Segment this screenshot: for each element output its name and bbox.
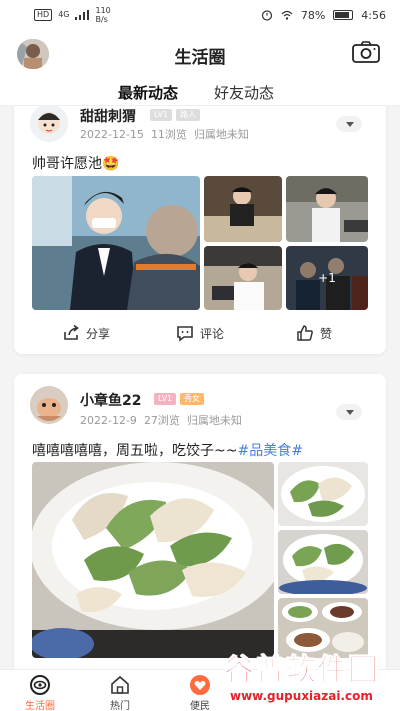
author-avatar[interactable] xyxy=(30,386,68,424)
comment-icon xyxy=(177,326,193,342)
tab-friends-label: 好友动态 xyxy=(214,84,275,102)
post-image[interactable]: +1 xyxy=(286,246,368,310)
post-image[interactable] xyxy=(278,530,368,594)
post-card: 小章鱼22 LV1 秀女 2022-12-9 27浏览 归属地未知 嘻嘻嘻嘻嘻，… xyxy=(14,374,386,669)
nav-label-life-circle: 生活圈 xyxy=(25,701,55,711)
post-text-body: 嘻嘻嘻嘻嘻，周五啦，吃饺子~~ xyxy=(32,443,238,459)
post-meta: 2022-12-15 11浏览 归属地未知 xyxy=(80,126,249,142)
battery-icon xyxy=(333,10,354,20)
more-images-count: +1 xyxy=(286,246,368,310)
speed-value: 110 xyxy=(95,6,111,15)
thumbs-up-icon xyxy=(297,325,313,341)
heart-icon xyxy=(190,675,210,695)
watermark-title: 谷普软件园 xyxy=(224,653,379,689)
wifi-icon xyxy=(281,10,293,20)
watermark: 谷普软件园 www.gupuxiazai.com xyxy=(224,645,400,711)
author-name[interactable]: 小章鱼22 xyxy=(80,390,141,410)
nav-label-convenience: 便民 xyxy=(190,701,210,711)
battery-percent: 78% xyxy=(300,8,326,22)
author-name[interactable]: 甜甜刺猬 xyxy=(80,106,136,126)
post-meta: 2022-12-9 27浏览 归属地未知 xyxy=(80,412,242,428)
speed-unit: B/s xyxy=(95,15,108,24)
post-views: 11浏览 xyxy=(150,128,187,141)
eye-circle-icon xyxy=(30,675,50,695)
post-date: 2022-12-15 xyxy=(80,128,144,141)
post-image[interactable] xyxy=(204,246,282,310)
watermark-url: www.gupuxiazai.com xyxy=(230,689,373,703)
share-button[interactable]: 分享 xyxy=(62,324,110,342)
signal-icon xyxy=(75,10,90,20)
tab-friends[interactable]: 好友动态 xyxy=(214,82,274,103)
post-more-button[interactable] xyxy=(336,116,362,132)
tab-latest[interactable]: 最新动态 xyxy=(118,82,179,109)
comment-button[interactable]: 评论 xyxy=(176,324,224,342)
comment-label: 评论 xyxy=(200,326,225,341)
level-badge: LV1 xyxy=(154,393,177,405)
page-title: 生活圈 xyxy=(174,48,226,68)
post-views: 27浏览 xyxy=(143,414,180,427)
status-bar: HD 4G 110 B/s 78% 4:56 xyxy=(0,0,400,30)
like-label: 赞 xyxy=(320,326,333,341)
house-icon xyxy=(111,675,129,694)
tab-latest-label: 最新动态 xyxy=(118,84,179,102)
post-date: 2022-12-9 xyxy=(80,414,137,427)
share-label: 分享 xyxy=(86,326,111,341)
post-image[interactable] xyxy=(278,462,368,526)
camera-icon[interactable] xyxy=(352,41,380,63)
role-badge: 秀女 xyxy=(180,393,204,405)
clock: 4:56 xyxy=(361,8,386,22)
role-badge: 路人 xyxy=(176,109,200,121)
post-image[interactable] xyxy=(204,176,282,242)
like-button[interactable]: 赞 xyxy=(296,324,332,342)
nav-item-hot[interactable]: 热门 xyxy=(90,674,150,711)
alarm-icon xyxy=(261,10,272,21)
post-image[interactable] xyxy=(32,176,200,310)
post-actions: 分享 评论 赞 xyxy=(14,314,386,354)
post-card: 甜甜刺猬 LV1 路人 2022-12-15 11浏览 归属地未知 帅哥许愿池🤩… xyxy=(14,106,386,354)
share-icon xyxy=(64,324,79,340)
app-header: 生活圈 xyxy=(0,30,400,76)
post-image[interactable] xyxy=(32,462,274,658)
hd-indicator: HD xyxy=(34,9,53,21)
feed-list[interactable]: 甜甜刺猬 LV1 路人 2022-12-15 11浏览 归属地未知 帅哥许愿池🤩… xyxy=(0,106,400,669)
network-indicator: 4G xyxy=(58,10,70,19)
author-avatar[interactable] xyxy=(30,106,68,142)
level-badge: LV1 xyxy=(150,109,173,121)
feed-tabs: 最新动态 好友动态 xyxy=(0,76,400,109)
nav-label-hot: 热门 xyxy=(110,701,130,711)
network-speed: 110 B/s xyxy=(95,6,110,24)
post-more-button[interactable] xyxy=(336,404,362,420)
nav-item-convenience[interactable]: 便民 xyxy=(170,674,230,711)
post-location: 归属地未知 xyxy=(193,128,249,141)
post-text: 嘻嘻嘻嘻嘻，周五啦，吃饺子~~#品美食# xyxy=(32,440,303,460)
post-image[interactable] xyxy=(286,176,368,242)
post-text: 帅哥许愿池🤩 xyxy=(32,156,120,172)
post-location: 归属地未知 xyxy=(186,414,242,427)
nav-item-life-circle[interactable]: 生活圈 xyxy=(10,674,70,711)
post-hashtag[interactable]: #品美食# xyxy=(237,443,302,459)
